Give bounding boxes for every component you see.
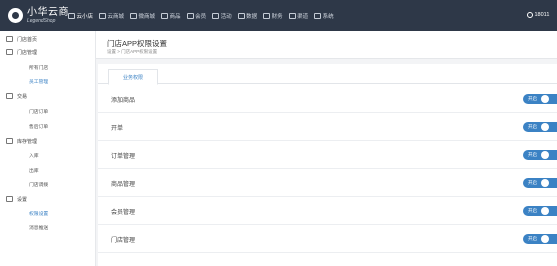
logo-icon bbox=[8, 8, 23, 23]
permission-label: 开单 bbox=[111, 126, 124, 132]
permission-row: 门店管理 开启 bbox=[98, 225, 557, 253]
permission-toggle[interactable]: 开启 bbox=[523, 94, 557, 104]
store-icon bbox=[68, 12, 75, 19]
chart-icon bbox=[237, 12, 245, 19]
page-header: 门店APP权限设置 设置 > 门店APP权限设置 bbox=[96, 31, 557, 59]
breadcrumb: 设置 > 门店APP权限设置 bbox=[107, 49, 158, 54]
toggle-knob bbox=[541, 123, 549, 131]
user-account[interactable]: 18011 bbox=[527, 12, 549, 18]
nav-item-activities[interactable]: 活动 bbox=[212, 0, 232, 31]
sidebar-item-store-home[interactable]: 门店首页 bbox=[0, 33, 96, 45]
permission-label: 商品管理 bbox=[111, 182, 136, 188]
nav-item-products[interactable]: 商品 bbox=[161, 0, 181, 31]
chat-icon bbox=[212, 12, 220, 19]
sidebar-item-stock-in[interactable]: 入库 bbox=[0, 149, 96, 161]
channel-icon bbox=[288, 12, 296, 19]
permission-row: 开单 开启 bbox=[98, 113, 557, 141]
sidebar-item-all-stores[interactable]: 所有门店 bbox=[0, 61, 96, 73]
sidebar-item-stock-out[interactable]: 出库 bbox=[0, 164, 96, 176]
page-title: 门店APP权限设置 bbox=[107, 39, 168, 48]
toggle-knob bbox=[541, 179, 549, 187]
permission-toggle[interactable]: 开启 bbox=[523, 234, 557, 244]
sidebar-item-store-management[interactable]: 门店管理 bbox=[0, 46, 96, 58]
permission-label: 添加商品 bbox=[111, 98, 136, 104]
logo[interactable]: 小华云商 LegendShop bbox=[8, 5, 69, 26]
permissions-panel: 业务权限 添加商品 开启 开单 开启 订单管理 开启 商品管理 开启 会员管理 … bbox=[98, 64, 557, 266]
home-icon bbox=[6, 36, 13, 42]
toggle-knob bbox=[541, 235, 549, 243]
permission-toggle[interactable]: 开启 bbox=[523, 178, 557, 188]
nav-item-channels[interactable]: 渠道 bbox=[288, 0, 308, 31]
person-icon bbox=[263, 12, 271, 19]
main-content: 门店APP权限设置 设置 > 门店APP权限设置 业务权限 添加商品 开启 开单… bbox=[96, 31, 557, 266]
sidebar-item-store-transfer[interactable]: 门店调拨 bbox=[0, 178, 96, 190]
user-icon bbox=[527, 12, 533, 18]
permission-label: 订单管理 bbox=[111, 154, 136, 160]
sidebar-item-inventory[interactable]: 库存管理 bbox=[0, 135, 96, 147]
nav-item-finance[interactable]: 财务 bbox=[263, 0, 283, 31]
top-bar: 小华云商 LegendShop 云小店 云商城 微商城 商品 会员 活动 数据 … bbox=[0, 0, 557, 31]
toggle-knob bbox=[541, 95, 549, 103]
document-icon bbox=[6, 93, 13, 99]
permission-label: 会员管理 bbox=[111, 210, 136, 216]
permission-row: 会员管理 开启 bbox=[98, 197, 557, 225]
nav-item-mini-store[interactable]: 云小店 bbox=[68, 0, 93, 31]
permission-row: 添加商品 开启 bbox=[98, 85, 557, 113]
sidebar-item-after-sales[interactable]: 售后订单 bbox=[0, 120, 96, 132]
permission-label: 门店管理 bbox=[111, 238, 136, 244]
toggle-knob bbox=[541, 151, 549, 159]
nav-item-members[interactable]: 会员 bbox=[186, 0, 206, 31]
sidebar-item-staff-management[interactable]: 员工管理 bbox=[0, 75, 96, 87]
nav-item-data[interactable]: 数据 bbox=[237, 0, 257, 31]
sidebar-item-trade[interactable]: 交易 bbox=[0, 90, 96, 102]
user-icon bbox=[186, 12, 194, 19]
permission-toggle[interactable]: 开启 bbox=[523, 206, 557, 216]
permission-toggle[interactable]: 开启 bbox=[523, 122, 557, 132]
user-phone: 18011 bbox=[534, 12, 550, 18]
nav-item-wechat-mall[interactable]: 微商城 bbox=[130, 0, 155, 31]
sidebar-item-store-orders[interactable]: 门店订单 bbox=[0, 105, 96, 117]
sidebar: 门店首页 门店管理 所有门店 员工管理 交易 门店订单 售后订单 库存管理 入库… bbox=[0, 31, 96, 266]
home-icon bbox=[130, 12, 138, 19]
gear-icon bbox=[6, 196, 13, 202]
permission-row: 商品管理 开启 bbox=[98, 169, 557, 197]
sidebar-item-settings[interactable]: 设置 bbox=[0, 193, 96, 205]
box-icon bbox=[6, 138, 13, 144]
logo-text-cn: 小华云商 bbox=[27, 6, 69, 18]
bag-icon bbox=[161, 12, 169, 19]
logo-text-en: LegendShop bbox=[27, 17, 56, 24]
top-nav: 云小店 云商城 微商城 商品 会员 活动 数据 财务 渠道 系统 bbox=[68, 0, 340, 31]
sidebar-item-permission-settings[interactable]: 权限设置 bbox=[0, 207, 96, 219]
store-icon bbox=[6, 49, 13, 55]
permission-row: 订单管理 开启 bbox=[98, 141, 557, 169]
tab-bar: 业务权限 bbox=[98, 64, 557, 85]
nav-item-system[interactable]: 系统 bbox=[314, 0, 334, 31]
gear-icon bbox=[314, 12, 322, 19]
sidebar-item-message-push[interactable]: 消息推送 bbox=[0, 221, 96, 233]
nav-item-cloud-mall[interactable]: 云商城 bbox=[99, 0, 124, 31]
permission-toggle[interactable]: 开启 bbox=[523, 150, 557, 160]
toggle-knob bbox=[541, 207, 549, 215]
tab-business-permissions[interactable]: 业务权限 bbox=[108, 69, 158, 85]
home-icon bbox=[99, 12, 107, 19]
